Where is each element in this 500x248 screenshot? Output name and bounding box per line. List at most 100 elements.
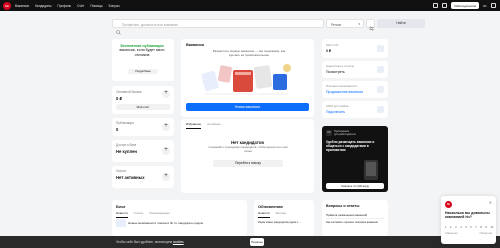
add-publication-button[interactable]: + [162,123,170,131]
sidebar-account-value: 0 ₽ [326,49,331,53]
new-vacancy-button[interactable]: Новая вакансия [186,103,309,111]
scale-option[interactable]: 3 [455,226,456,229]
find-button[interactable]: Найти [377,19,425,28]
scale-option[interactable]: 7 [475,226,476,229]
tab-favorites[interactable]: Избранное [186,122,202,129]
updates-article-link[interactable]: Ищем новых кандидатов рядом с ... [258,221,301,224]
scale-option[interactable]: 4 [460,226,461,229]
scale-high-label: Полностью [479,232,492,235]
publications-value: 0 [116,127,119,132]
search-placeholder: Профессия, должность или компания [122,22,178,27]
employers-button[interactable]: Работодателям [451,2,479,9]
app-logo: hh [326,130,332,136]
add-service-button[interactable]: + [162,173,170,181]
cookie-banner: Чтобы сайт был удобнее, используем cooki… [0,236,500,248]
publications-card: Публикации 0 + [112,118,174,136]
my-account-button[interactable]: Мой счёт [116,104,170,110]
scale-option[interactable]: 9 [485,226,486,229]
tab-active[interactable]: Активные [207,122,220,129]
blog-title: Блог [116,204,126,209]
scale-option[interactable]: 10 [490,226,493,229]
download-qr-button[interactable]: Скачать по QR-коду [326,183,384,189]
bell-icon[interactable] [442,3,448,8]
survey-popup: hh ✕ Насколько вы довольны компанией hh?… [441,196,496,244]
nav-item-profile[interactable]: Профиль [57,4,71,8]
chart-icon [377,66,384,73]
nav-item-candidates[interactable]: Кандидаты [35,4,51,8]
blog-article-link[interactable]: Новые возможности поиска в hh.ru: кандид… [128,221,203,225]
phone-illustration [364,160,378,180]
menu-icon[interactable] [491,3,496,8]
survey-scale: 1 2 3 4 5 6 7 8 9 10 [445,226,493,229]
app-promo-text: Удобно размещать вакансии и общаться с к… [326,140,375,152]
nav-item-bonuses[interactable]: Бонусы [109,4,120,8]
database-access-title: Доступ к базе [116,143,137,147]
sidebar-card-crm[interactable]: CRM для найма Подключить [322,101,388,118]
main-nav: Вакансии Кандидаты Профиль Счёт Помощь Б… [15,0,120,11]
scale-low-label: Совсем нет [445,232,458,235]
vacancies-subtitle: Разместите первую вакансию — мы подскаже… [212,49,286,57]
scale-option[interactable]: 6 [470,226,471,229]
top-navigation-bar: hh Вакансии Кандидаты Профиль Счёт Помощ… [0,0,500,11]
faq-title: Вопросы и ответы [326,204,360,208]
scale-option[interactable]: 8 [480,226,481,229]
search-row: Профессия, должность или компания Регион… [112,19,425,35]
promo-text: Бесплатная публикация вакансии, если буд… [116,44,168,57]
sidebar-crm-title: CRM для найма [326,104,349,108]
app-heading: Приложение для работодателя [334,130,356,136]
survey-logo: hh [445,201,452,208]
search-input[interactable]: Профессия, должность или компания [112,19,324,35]
brand-logo[interactable]: hh [3,2,11,10]
sidebar-analytics-value: Посмотреть [326,70,345,74]
scale-option[interactable]: 1 [445,226,446,229]
tab-blog-news[interactable]: Новости [116,211,128,218]
region-label: Регион [331,22,342,27]
tab-blog-recommendations[interactable]: Рекомендации [149,211,169,218]
promo-description: вакансии, если будет мало откликов [119,48,165,57]
promo-highlight: Бесплатная публикация [120,44,164,48]
add-balance-button[interactable]: + [162,90,170,98]
nav-item-help[interactable]: Помощь [90,4,102,8]
sidebar-paid-title: Платные возможности [326,84,358,88]
nav-item-account[interactable]: Счёт [77,4,84,8]
buy-access-button[interactable]: + [162,147,170,155]
no-candidates-subtitle: Сохраняйте подходящих кандидатов, чтобы … [208,145,288,153]
scale-option[interactable]: 5 [465,226,466,229]
tab-updates-releases[interactable]: Релизы [276,211,286,218]
filter-icon [369,26,374,31]
updates-title: Обновления [258,204,283,209]
promo-more-button[interactable]: Подробнее [128,69,158,74]
vacancies-card: Вакансии Разместите первую вакансию — мы… [181,39,314,117]
balance-value: 0 ₽ [116,96,123,101]
publications-title: Публикации [116,121,134,125]
balance-card: Основной баланс 0 ₽ + Мой счёт [112,86,174,114]
chat-icon[interactable] [433,3,439,8]
faq-item[interactable]: Как составить хорошее описание вакансии [326,221,378,224]
candidates-card: Избранное Активные Нет кандидатов Сохран… [181,119,314,193]
nav-item-vacancies[interactable]: Вакансии [15,4,29,8]
sidebar-card-analytics[interactable]: Аналитика и отчёты Посмотреть [322,61,388,78]
close-icon[interactable]: ✕ [489,200,492,205]
sidebar-card-account[interactable]: Мой счёт 0 ₽ [322,39,388,58]
blog-card: Блог Новости Статьи Рекомендации Новые в… [112,200,247,236]
go-to-search-button[interactable]: Перейти к поиску [213,160,283,167]
candidates-tabs: Избранное Активные [186,122,221,129]
tab-blog-articles[interactable]: Статьи [134,211,144,218]
region-select[interactable]: Регион ▾ [326,19,364,28]
search-icon [116,22,121,35]
filter-button[interactable] [366,19,375,31]
cookie-link[interactable]: cookies [173,240,184,244]
profile-menu[interactable]: RF [483,4,487,8]
app-heading-line2: для работодателя [334,133,356,136]
cookie-message: Чтобы сайт был удобнее, используем [116,239,172,244]
tab-updates-news[interactable]: Новости [258,211,270,218]
blog-tabs: Новости Статьи Рекомендации [116,211,170,218]
app-qr-card: hh Приложение для работодателя Удобно ра… [322,126,388,192]
topbar-actions: Работодателям RF [433,0,496,11]
updates-tabs: Новости Релизы [258,211,286,218]
sidebar-card-paid[interactable]: Платные возможности Продвижение вакансии [322,81,388,98]
cookie-accept-button[interactable]: Понятно [250,238,264,246]
faq-item[interactable]: Правила размещения вакансий [326,213,367,217]
cookie-text: Чтобы сайт был удобнее, используем cooki… [116,240,184,244]
scale-option[interactable]: 2 [450,226,451,229]
